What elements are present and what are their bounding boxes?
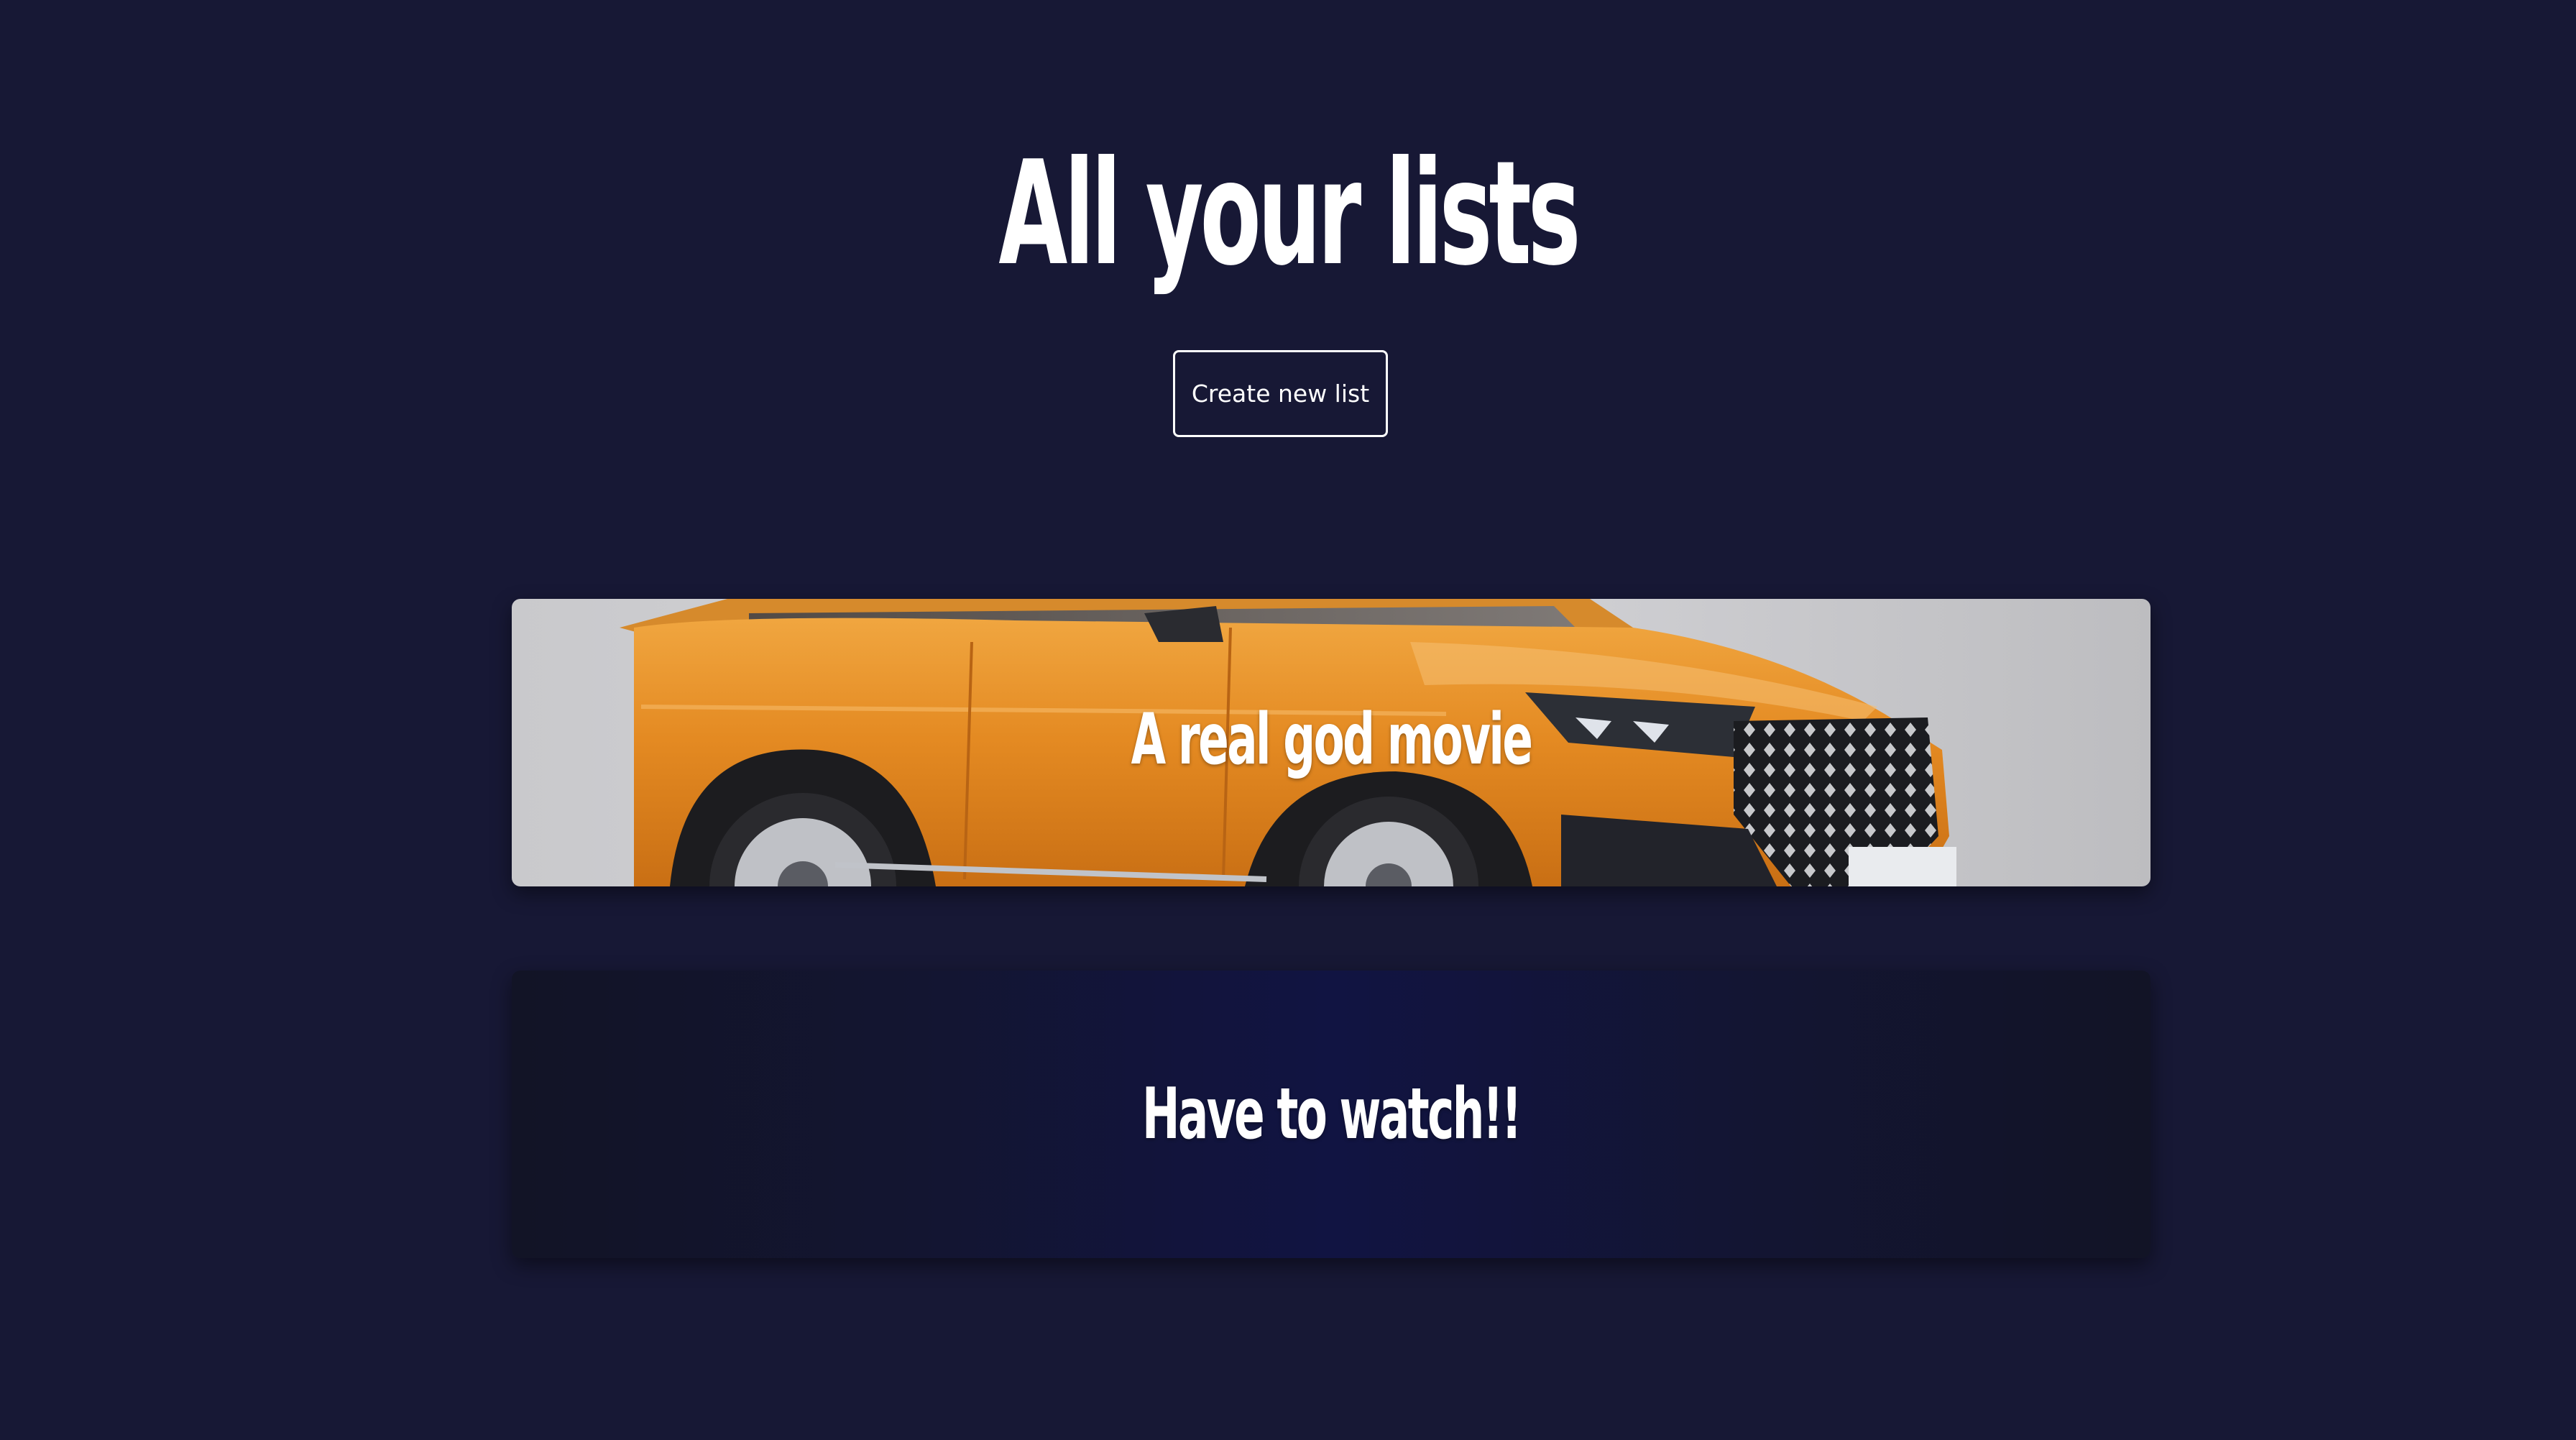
lists-page: All your lists Create new list A real go… (0, 0, 2576, 1440)
list-title: A real god movie (1131, 699, 1533, 781)
list-card-have-to-watch[interactable]: Have to watch!! (512, 971, 2150, 1258)
page-title: All your lists (998, 130, 1581, 298)
create-new-list-button[interactable]: Create new list (1173, 350, 1388, 437)
list-title: Have to watch!! (1142, 1073, 1522, 1155)
list-card-a-real-god-movie[interactable]: A real god movie (512, 599, 2150, 886)
